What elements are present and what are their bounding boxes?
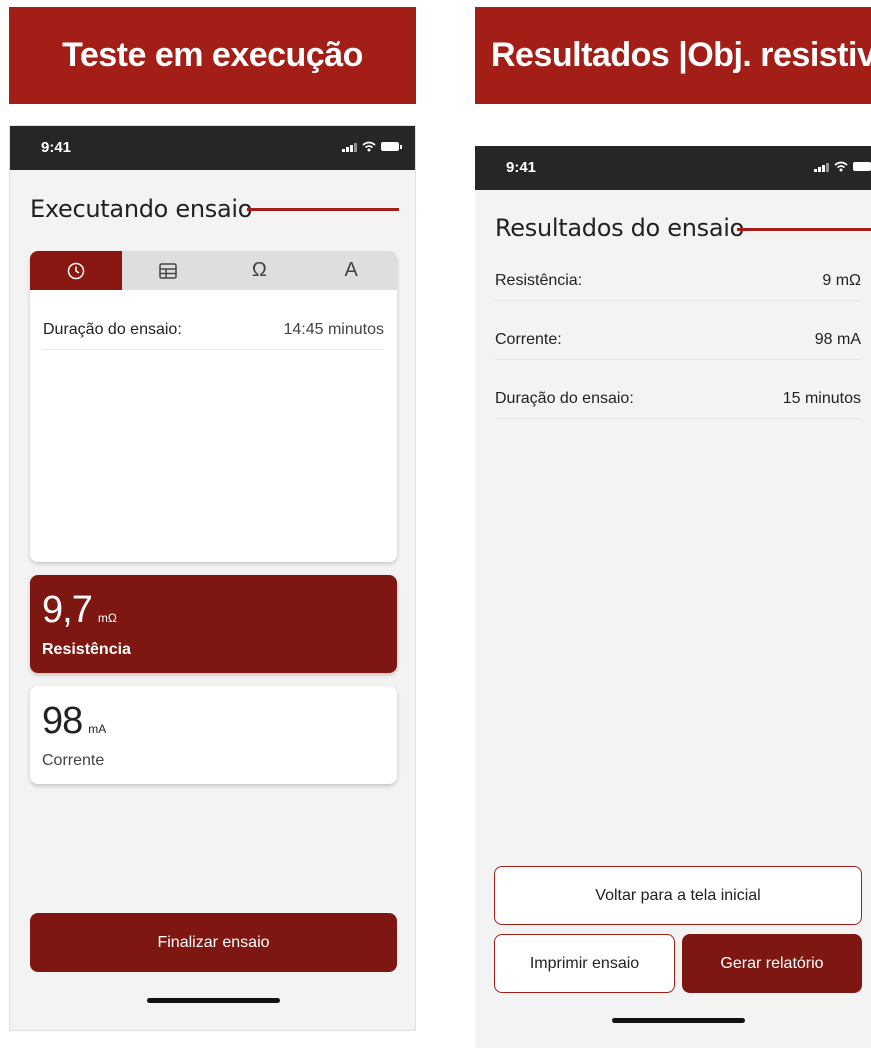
- home-indicator: [147, 998, 280, 1003]
- duration-label: Duração do ensaio:: [43, 321, 182, 338]
- result-label: Duração do ensaio:: [495, 390, 634, 407]
- status-time: 9:41: [506, 159, 537, 176]
- resistance-unit: mΩ: [97, 611, 117, 625]
- resistance-label: Resistência: [42, 641, 131, 658]
- wifi-icon: [362, 141, 376, 152]
- status-icons: [342, 141, 402, 152]
- clock-icon: [67, 262, 85, 279]
- result-value: 15 minutos: [782, 390, 861, 407]
- status-bar: 9:41: [10, 126, 415, 170]
- print-test-button[interactable]: Imprimir ensaio: [494, 934, 675, 993]
- duration-value: 14:45 minutos: [283, 321, 384, 338]
- resistance-value: 9,7: [42, 589, 93, 631]
- phone-results: 9:41 Resultados do ensaio Resistência: 9…: [475, 146, 871, 1048]
- result-row-current: Corrente: 98 mA: [495, 331, 861, 360]
- page-title: Resultados do ensaio: [495, 214, 745, 242]
- result-label: Resistência:: [495, 272, 583, 289]
- resistance-card: 9,7 mΩ Resistência: [30, 575, 397, 673]
- signal-icon: [814, 162, 829, 172]
- wifi-icon: [834, 161, 848, 172]
- current-label: Corrente: [42, 752, 105, 769]
- phone-test-running: 9:41 Executando ensaio Ω A Duração do en…: [9, 125, 416, 1031]
- result-label: Corrente:: [495, 331, 562, 348]
- generate-report-button[interactable]: Gerar relatório: [682, 934, 862, 993]
- resistance-value-group: 9,7 mΩ: [42, 589, 117, 632]
- table-icon: [158, 262, 177, 279]
- ampere-icon: A: [344, 259, 358, 281]
- title-underline: [737, 228, 871, 231]
- current-card: 98 mA Corrente: [30, 686, 397, 784]
- banner-results: Resultados |Obj. resistivo: [475, 7, 871, 104]
- status-icons: [814, 161, 871, 172]
- tab-duration[interactable]: [30, 251, 122, 290]
- back-to-home-button[interactable]: Voltar para a tela inicial: [494, 866, 862, 925]
- banner-title: Resultados |Obj. resistivo: [491, 36, 871, 74]
- current-value-group: 98 mA: [42, 700, 106, 743]
- status-time: 9:41: [41, 139, 72, 156]
- battery-icon: [381, 142, 402, 151]
- tab-current[interactable]: A: [305, 251, 397, 290]
- duration-row: Duração do ensaio: 14:45 minutos: [43, 321, 384, 350]
- banner-test-running: Teste em execução: [9, 7, 416, 104]
- ohm-icon: Ω: [251, 259, 267, 281]
- tab-table[interactable]: [122, 251, 214, 290]
- home-indicator: [612, 1018, 745, 1023]
- result-row-resistance: Resistência: 9 mΩ: [495, 272, 861, 301]
- page-title: Executando ensaio: [30, 195, 253, 223]
- result-value: 98 mA: [814, 331, 861, 348]
- signal-icon: [342, 142, 357, 152]
- tab-resistance[interactable]: Ω: [214, 251, 306, 290]
- current-value: 98: [42, 700, 83, 742]
- result-value: 9 mΩ: [822, 272, 861, 289]
- tab-bar: Ω A: [30, 251, 397, 290]
- status-bar: 9:41: [475, 146, 871, 190]
- result-row-duration: Duração do ensaio: 15 minutos: [495, 390, 861, 419]
- title-underline: [247, 208, 399, 211]
- finish-test-button[interactable]: Finalizar ensaio: [30, 913, 397, 972]
- test-info-card: Ω A Duração do ensaio: 14:45 minutos: [30, 251, 397, 562]
- current-unit: mA: [88, 722, 107, 736]
- banner-title: Teste em execução: [62, 36, 363, 74]
- battery-icon: [853, 162, 871, 171]
